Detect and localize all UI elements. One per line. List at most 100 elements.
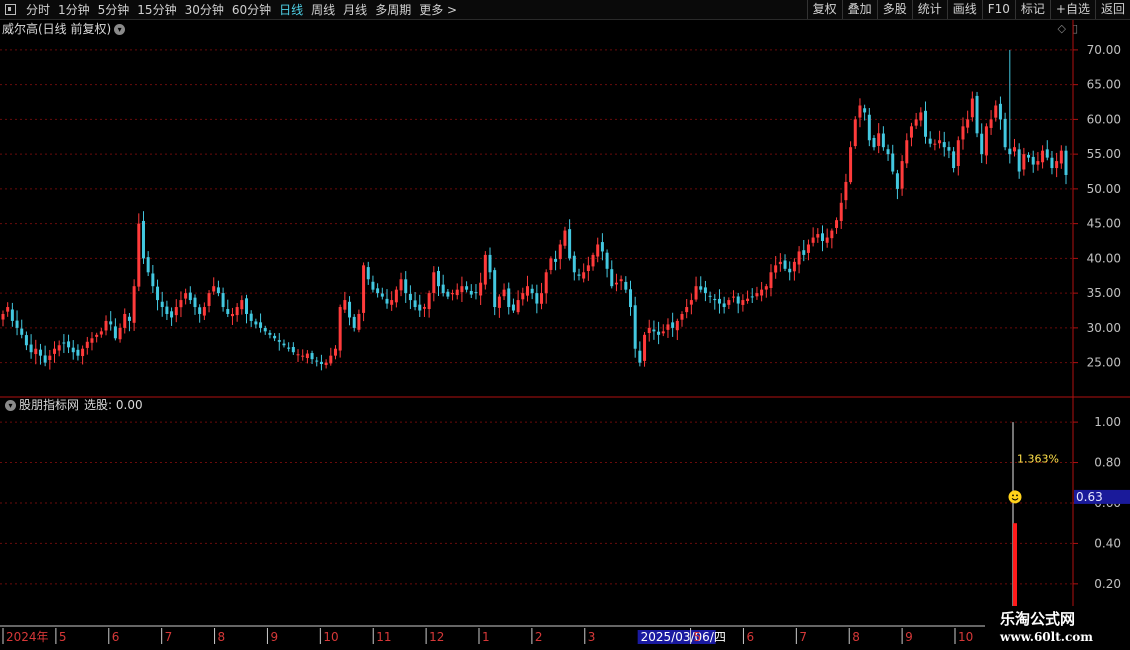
candle-body <box>43 355 47 363</box>
candle-body <box>240 300 244 310</box>
candle-body <box>727 300 731 305</box>
candle-body <box>933 143 937 145</box>
candle-body <box>863 108 867 113</box>
candle-body <box>647 327 651 334</box>
candle-body <box>385 298 389 304</box>
candle-body <box>1055 161 1059 169</box>
indicator-tick-label: 0.20 <box>1094 577 1121 591</box>
candle-body <box>563 230 567 246</box>
candle-body <box>530 288 534 294</box>
candle-body <box>441 284 445 294</box>
candle-body <box>132 286 136 323</box>
candle-body <box>600 242 604 252</box>
candle-body <box>1064 150 1068 175</box>
candle-body <box>867 114 871 141</box>
price-tick-label: 60.00 <box>1087 112 1121 126</box>
candle-body <box>465 286 469 290</box>
candle-body <box>418 304 422 311</box>
candle-body <box>778 261 782 265</box>
candle-body <box>170 311 174 318</box>
candle-body <box>95 334 99 337</box>
candle-body <box>675 320 679 331</box>
candle-body <box>610 269 614 287</box>
time-axis-label: 2 <box>535 630 543 644</box>
candle-body <box>900 161 904 189</box>
candle-body <box>816 234 820 238</box>
stock-chart[interactable]: 70.00 65.00 60.00 55.00 50.00 45.00 40.00 35.00… <box>0 0 1130 650</box>
time-axis-label: 2024年 <box>6 630 49 644</box>
candle-body <box>554 258 558 262</box>
price-tick-label: 50.00 <box>1087 182 1121 196</box>
smiley-eye <box>1016 494 1018 497</box>
candle-body <box>296 354 300 356</box>
time-axis-label: 6 <box>746 630 754 644</box>
candle-body <box>216 287 220 294</box>
candle-body <box>338 307 342 351</box>
candle-body <box>685 307 689 313</box>
candle-body <box>877 133 881 146</box>
current-value-label: 0.63 <box>1076 490 1103 504</box>
price-tick-label: 70.00 <box>1087 43 1121 57</box>
candle-body <box>703 287 707 294</box>
candle-body <box>174 307 178 316</box>
candle-body <box>666 324 670 330</box>
price-tick-label: 25.00 <box>1087 356 1121 370</box>
candle-body <box>544 272 548 294</box>
candle-body <box>830 230 834 239</box>
candle-body <box>614 282 618 285</box>
candle-body <box>980 133 984 155</box>
candle-body <box>104 320 108 331</box>
candle-body <box>502 289 506 297</box>
candle-body <box>643 334 647 361</box>
candle-body <box>994 105 998 118</box>
time-axis-label: 8 <box>218 630 226 644</box>
candle-body <box>277 340 281 342</box>
candle-body <box>24 335 28 346</box>
candle-body <box>872 137 876 148</box>
indicator-annotation: 1.363% <box>1017 453 1059 466</box>
candle-body <box>85 341 89 348</box>
candle-body <box>207 293 211 306</box>
candle-body <box>156 286 160 301</box>
candle-body <box>15 320 19 328</box>
candle-body <box>657 331 661 335</box>
candle-body <box>736 296 740 304</box>
candle-body <box>483 254 487 285</box>
candle-body <box>380 293 384 297</box>
candle-body <box>717 298 721 304</box>
candle-body <box>722 303 726 308</box>
candle-body <box>713 298 717 301</box>
smiley-icon <box>1008 490 1022 504</box>
time-axis-label: 7 <box>165 630 173 644</box>
time-axis-label: 10 <box>958 630 973 644</box>
candle-body <box>198 307 202 314</box>
time-axis-label: 7 <box>799 630 807 644</box>
candle-body <box>788 268 792 273</box>
candle-body <box>348 301 352 318</box>
candle-body <box>970 98 974 118</box>
candle-body <box>366 267 370 280</box>
candle-body <box>568 229 572 259</box>
candle-body <box>591 254 595 267</box>
candle-body <box>844 181 848 201</box>
candle-body <box>802 250 806 255</box>
candle-body <box>797 251 801 265</box>
indicator-tick-label: 0.80 <box>1094 456 1121 470</box>
candle-body <box>671 322 675 328</box>
candle-body <box>820 233 824 242</box>
time-axis-label: 3 <box>588 630 596 644</box>
candle-body <box>263 328 267 332</box>
candle-body <box>919 112 923 121</box>
candle-body <box>881 133 885 148</box>
candle-body <box>858 105 862 118</box>
candle-body <box>282 343 286 346</box>
candle-body <box>249 313 253 321</box>
candle-body <box>956 140 960 166</box>
candle-body <box>586 265 590 271</box>
time-axis-label: 5 <box>694 630 702 644</box>
candle-body <box>141 220 145 259</box>
candle-body <box>624 281 628 290</box>
candle-body <box>891 153 895 172</box>
candle-body <box>399 279 403 291</box>
candle-body <box>455 289 459 296</box>
